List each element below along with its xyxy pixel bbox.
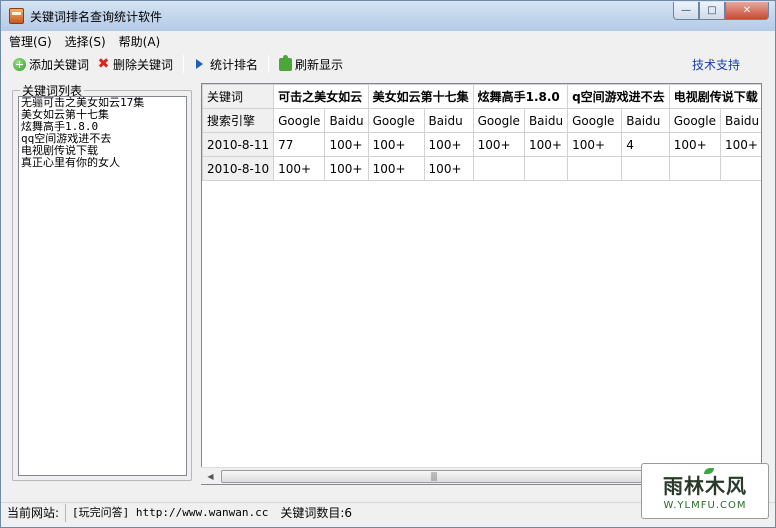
table-row[interactable]: 2010-8-10 100+ 100+ 100+ 100+	[202, 156, 761, 181]
stat-rank-label: 统计排名	[210, 57, 259, 72]
keyword-column-header[interactable]: 电视剧传说下载	[668, 84, 761, 109]
engine-cell: Google	[668, 108, 722, 133]
keyword-column-header[interactable]: 可击之美女如云	[273, 84, 369, 109]
delete-keyword-button[interactable]: ✖ 删除关键词	[97, 54, 173, 74]
current-site-value: [玩完问答] http://www.wanwan.cc	[72, 505, 269, 519]
engine-cell: Google	[472, 108, 525, 133]
keyword-count: 关键词数目:6	[280, 505, 353, 520]
delete-keyword-label: 删除关键词	[113, 57, 174, 72]
list-item[interactable]: 炫舞高手1.8.0	[19, 121, 186, 133]
app-icon	[9, 8, 24, 24]
engine-cell: Baidu	[720, 108, 761, 133]
date-cell: 2010-8-11	[202, 132, 275, 157]
engine-cell: Baidu	[324, 108, 369, 133]
rank-cell	[567, 156, 623, 181]
engine-cell: Google	[273, 108, 326, 133]
list-item[interactable]: 电视剧传说下载	[19, 145, 186, 157]
rank-grid[interactable]: 关键词 可击之美女如云 美女如云第十七集 炫舞高手1.8.0 q空间游戏进不去 …	[201, 83, 762, 485]
rank-cell: 100+	[423, 132, 474, 157]
engine-cell: Baidu	[423, 108, 474, 133]
close-button[interactable]: ✕	[725, 2, 769, 20]
engine-cell: Baidu	[621, 108, 670, 133]
window-controls: — □ ✕	[673, 2, 769, 20]
add-keyword-button[interactable]: 添加关键词	[13, 54, 89, 74]
window-title: 关键词排名查询统计软件	[30, 10, 163, 24]
keyword-listbox[interactable]: 无骊可击之美女如云17集 美女如云第十七集 炫舞高手1.8.0 qq空间游戏进不…	[18, 96, 187, 476]
header-keyword-cell: 关键词	[202, 84, 275, 109]
rank-cell: 4	[621, 132, 670, 157]
rank-cell: 100+	[720, 132, 761, 157]
add-keyword-label: 添加关键词	[29, 57, 90, 72]
stat-rank-button[interactable]: 统计排名	[194, 54, 258, 74]
rank-cell	[472, 156, 525, 181]
scroll-thumb[interactable]: |||	[221, 470, 646, 483]
rank-cell: 100+	[273, 156, 326, 181]
tech-support-link[interactable]: 技术支持	[692, 56, 740, 73]
keyword-column-header[interactable]: q空间游戏进不去	[567, 84, 670, 109]
table-row[interactable]: 2010-8-11 77 100+ 100+ 100+ 100+ 100+ 10…	[202, 132, 761, 157]
rank-cell: 100+	[324, 156, 369, 181]
title-bar[interactable]: 关键词排名查询统计软件 — □ ✕	[1, 1, 775, 31]
toolbar-separator	[183, 55, 185, 73]
refresh-label: 刷新显示	[295, 57, 344, 72]
toolbar: 添加关键词 ✖ 删除关键词 统计排名 刷新显示	[1, 52, 775, 76]
list-item[interactable]: 真正心里有你的女人	[19, 157, 186, 169]
rank-cell: 100+	[523, 132, 569, 157]
scroll-left-icon[interactable]: ◀	[202, 468, 219, 485]
rank-cell	[720, 156, 761, 181]
app-window: 关键词排名查询统计软件 — □ ✕ 管理(G) 选择(S) 帮助(A) 添加关键…	[0, 0, 776, 528]
watermark-sub-text: W.YLMFU.COM	[663, 500, 747, 511]
maximize-button[interactable]: □	[699, 2, 725, 20]
watermark-logo: 雨林木风 W.YLMFU.COM	[641, 463, 769, 519]
rank-cell: 100+	[423, 156, 474, 181]
list-item[interactable]: qq空间游戏进不去	[19, 133, 186, 145]
toolbar-separator	[268, 55, 270, 73]
add-icon	[13, 57, 26, 71]
rank-cell: 100+	[324, 132, 369, 157]
date-cell: 2010-8-10	[202, 156, 275, 181]
rank-table: 关键词 可击之美女如云 美女如云第十七集 炫舞高手1.8.0 q空间游戏进不去 …	[202, 84, 761, 181]
current-site-label: 当前网站:	[1, 503, 67, 522]
rank-cell	[668, 156, 722, 181]
delete-icon: ✖	[97, 55, 110, 72]
rank-cell: 100+	[367, 156, 425, 181]
engine-cell: Google	[367, 108, 425, 133]
watermark-main-text: 雨林木风	[663, 474, 747, 498]
puzzle-icon	[279, 54, 293, 71]
header-engine-cell: 搜索引擎	[202, 108, 275, 133]
minimize-button[interactable]: —	[673, 2, 699, 20]
table-row: 搜索引擎 Google Baidu Google Baidu Google Ba…	[202, 108, 761, 133]
refresh-button[interactable]: 刷新显示	[279, 54, 343, 74]
menu-bar: 管理(G) 选择(S) 帮助(A)	[1, 31, 775, 51]
list-item[interactable]: 无骊可击之美女如云17集	[19, 97, 186, 109]
menu-help[interactable]: 帮助(A)	[119, 33, 161, 50]
table-row: 关键词 可击之美女如云 美女如云第十七集 炫舞高手1.8.0 q空间游戏进不去 …	[202, 84, 761, 109]
rank-cell	[523, 156, 569, 181]
rank-cell: 100+	[367, 132, 425, 157]
rank-cell: 100+	[472, 132, 525, 157]
engine-cell: Google	[567, 108, 623, 133]
rank-cell: 100+	[567, 132, 623, 157]
rank-cell: 100+	[668, 132, 722, 157]
menu-manage[interactable]: 管理(G)	[9, 33, 52, 50]
engine-cell: Baidu	[523, 108, 569, 133]
rank-cell	[621, 156, 670, 181]
list-item[interactable]: 美女如云第十七集	[19, 109, 186, 121]
keyword-column-header[interactable]: 炫舞高手1.8.0	[472, 84, 569, 109]
play-icon	[196, 59, 204, 69]
keyword-column-header[interactable]: 美女如云第十七集	[367, 84, 474, 109]
menu-select[interactable]: 选择(S)	[65, 33, 106, 50]
rank-cell: 77	[273, 132, 326, 157]
